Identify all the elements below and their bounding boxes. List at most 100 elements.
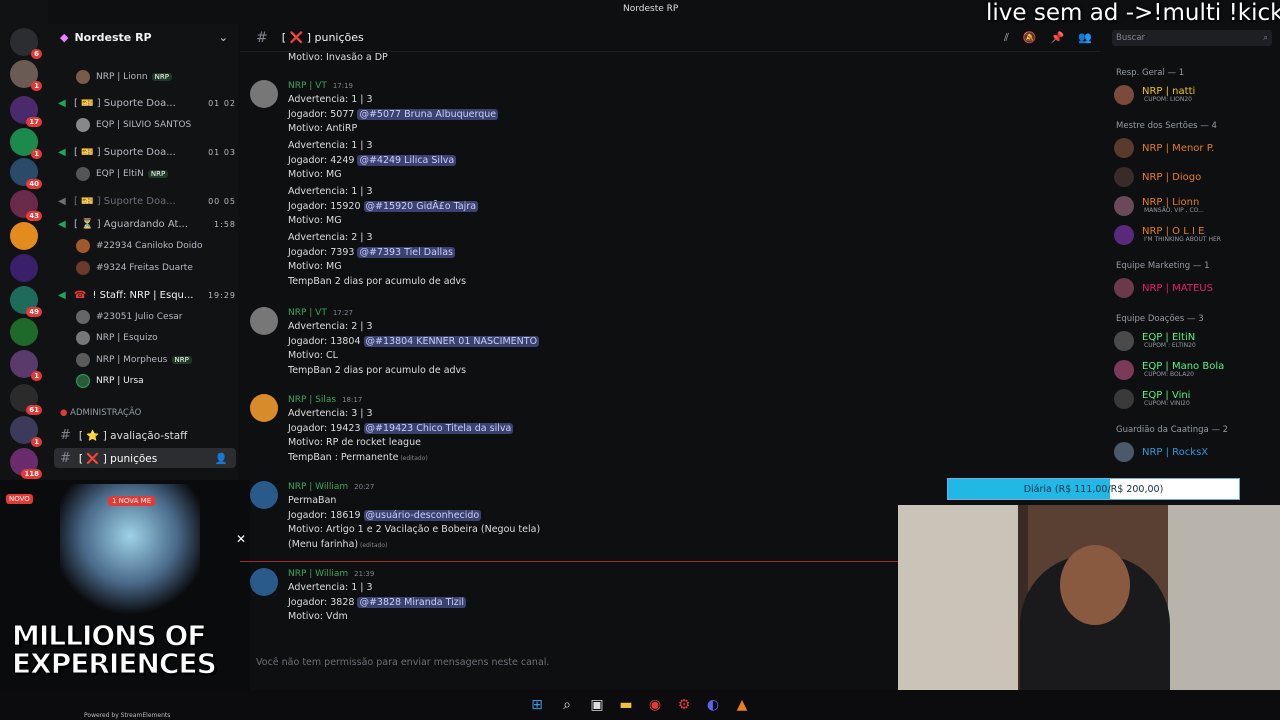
user-mention[interactable]: @#7393 Tiel Dallas <box>357 246 455 258</box>
server-boost-icon: ◆ <box>60 30 69 44</box>
avatar[interactable] <box>250 307 278 335</box>
author-name[interactable]: NRP | VT <box>288 308 327 318</box>
task-view-icon[interactable]: ▣ <box>588 696 606 714</box>
message-line: Jogador: 7393 @#7393 Tiel Dallas <box>288 246 455 261</box>
file-explorer-icon[interactable]: ▬ <box>617 696 635 714</box>
avatar <box>1114 167 1134 187</box>
member-item[interactable]: NRP | natti CUPOM: LION20 <box>1114 84 1280 106</box>
add-member-icon[interactable]: 👤 <box>215 452 228 465</box>
author-name[interactable]: NRP | William <box>288 569 348 579</box>
server-icon[interactable]: 1 <box>10 416 42 447</box>
member-group-header: Equipe Doações — 3 <box>1116 314 1204 324</box>
member-name: NRP | RocksX <box>1142 446 1209 458</box>
member-item[interactable]: NRP | O L I E I'M THINKING ABOUT HER <box>1114 224 1280 246</box>
voice-channel[interactable]: ◀ ☎ ! Staff: NRP | Esqu... 19:29 <box>58 286 236 304</box>
avatar[interactable] <box>250 481 278 509</box>
member-item[interactable]: NRP | MATEUS <box>1114 277 1280 299</box>
server-header[interactable]: ◆ Nordeste RP ⌄ <box>48 24 238 50</box>
chrome-icon[interactable]: ◉ <box>646 696 664 714</box>
message-text: TempBan : Permanente <box>288 451 399 463</box>
server-icon[interactable]: 17 <box>10 96 42 127</box>
voice-channel[interactable]: ◀ [ 🎫 ] Suporte Doa... 01 03 <box>58 143 236 161</box>
user-mention[interactable]: @#15920 GidÃ£o Tajra <box>363 200 479 212</box>
member-item[interactable]: NRP | Lionn MANSÃO, VIP , CO... <box>1114 195 1280 217</box>
avatar[interactable] <box>250 80 278 108</box>
ad-overlay: NOVO 1 NOVA ME ✕ MILLIONS OF EXPERIENCES <box>0 480 250 690</box>
user-mention[interactable]: @#5077 Bruna Albuquerque <box>357 108 499 120</box>
member-item[interactable]: EQP | Mano Bola CUPOM: BOLA20 <box>1114 359 1280 381</box>
voice-user[interactable]: NRP | Ursa <box>76 372 236 390</box>
voice-user[interactable]: #22934 Caniloko Doido <box>76 237 236 255</box>
voice-user[interactable]: #23051 Julio Cesar <box>76 308 236 326</box>
message-line: Motivo: RP de rocket league <box>288 437 421 451</box>
channel-punicoes[interactable]: # [ ❌ ] punições 👤 <box>54 448 236 468</box>
message-line: (Menu farinha) (editado) <box>288 539 387 553</box>
server-icon[interactable]: 61 <box>10 384 42 415</box>
avatar[interactable] <box>250 394 278 422</box>
donation-goal-bar: Diária (R$ 111,00/R$ 200,00) <box>947 478 1240 500</box>
author-name[interactable]: NRP | VT <box>288 81 327 91</box>
wall-panel <box>898 505 1018 720</box>
server-icon[interactable]: 1 <box>10 128 42 159</box>
avatar <box>76 118 90 132</box>
avatar <box>1114 278 1134 298</box>
voice-channel[interactable]: ◀ [ 🎫 ] Suporte Doa... 00 05 <box>58 192 236 210</box>
member-item[interactable]: EQP | EltiN CUPOM : ELTIN20 <box>1114 330 1280 352</box>
members-icon[interactable]: 👥 <box>1078 31 1106 44</box>
server-icon[interactable] <box>10 254 38 282</box>
avatar <box>76 239 90 253</box>
message-line: TempBan 2 dias por acumulo de advs <box>288 365 466 379</box>
app-icon[interactable]: ▲ <box>733 696 751 714</box>
server-icon[interactable] <box>10 318 38 346</box>
user-mention[interactable]: @#4249 Lilica Silva <box>357 154 457 166</box>
threads-icon[interactable]: ⫽ <box>1004 31 1023 44</box>
mute-icon[interactable]: 🔕 <box>1023 31 1051 44</box>
category-header[interactable]: ● ADMINISTRAÇÃO <box>60 408 141 418</box>
discord-icon[interactable]: ◐ <box>704 696 722 714</box>
discord-home-icon[interactable]: 6 <box>10 28 42 59</box>
message-text: Motivo: AntiRP <box>288 123 358 134</box>
server-icon[interactable] <box>10 222 38 250</box>
server-icon[interactable]: 49 <box>10 286 42 317</box>
server-icon[interactable]: 118 <box>10 448 42 479</box>
app-icon[interactable]: ⚙ <box>675 696 693 714</box>
server-icon[interactable]: 1 <box>10 60 42 91</box>
chevron-down-icon: ⌄ <box>218 30 228 44</box>
hash-icon: # <box>60 450 71 466</box>
hash-icon: # <box>256 29 268 46</box>
member-item[interactable]: NRP | RocksX <box>1114 441 1280 463</box>
author-name[interactable]: NRP | William <box>288 482 348 492</box>
user-mention[interactable]: @#19423 Chico Titela da silva <box>363 422 514 434</box>
search-icon[interactable]: ⌕ <box>558 696 576 714</box>
user-mention[interactable]: @#3828 Miranda Tizil <box>357 596 466 608</box>
message-text: Advertencia: 1 | 3 <box>288 186 373 197</box>
pin-icon[interactable]: 📌 <box>1051 31 1079 44</box>
server-icon[interactable]: 40 <box>10 158 42 189</box>
member-group-header: Guardião da Caatinga — 2 <box>1116 425 1229 435</box>
voice-user[interactable]: EQP | SILVIO SANTOS <box>76 116 236 134</box>
voice-user[interactable]: #9324 Freitas Duarte <box>76 259 236 277</box>
voice-user[interactable]: NRP | Lionn NRP <box>76 68 236 86</box>
member-item[interactable]: EQP | Vini CUPOM: VINI20 <box>1114 388 1280 410</box>
voice-user[interactable]: NRP | Morpheus NRP <box>76 351 236 369</box>
speaker-icon: ◀ <box>58 289 66 301</box>
member-item[interactable]: NRP | Diogo <box>1114 166 1280 188</box>
message-text: Motivo: Artigo 1 e 2 Vacilação e Bobeira… <box>288 524 541 535</box>
voice-channel[interactable]: ◀ [ ⏳ ] Aguardando At... 1:58 <box>58 215 236 233</box>
search-input[interactable]: Buscar ⌕ <box>1112 30 1272 46</box>
voice-user[interactable]: EQP | EltiN NRP <box>76 165 236 183</box>
windows-start-icon[interactable]: ⊞ <box>528 696 546 714</box>
message-text: Motivo: CL <box>288 350 338 361</box>
author-name[interactable]: NRP | Silas <box>288 395 336 405</box>
header-toolbar: ⫽🔕📌👥 <box>1004 31 1106 45</box>
user-mention[interactable]: @usuário-desconhecido <box>363 509 482 521</box>
user-mention[interactable]: @#13804 KENNER 01 NASCIMENTO <box>363 335 540 347</box>
voice-user[interactable]: NRP | Esquizo <box>76 329 236 347</box>
avatar[interactable] <box>250 568 278 596</box>
voice-channel[interactable]: ◀ [ 🎫 ] Suporte Doa... 01 02 <box>58 94 236 112</box>
server-icon[interactable]: 43 <box>10 190 42 221</box>
channel-avaliacao-staff[interactable]: # [ ⭐ ] avaliação-staff <box>54 425 236 445</box>
member-item[interactable]: NRP | Menor P. <box>1114 137 1280 159</box>
member-group-header: Mestre dos Sertões — 4 <box>1116 121 1217 131</box>
server-icon[interactable]: 1 <box>10 350 42 381</box>
